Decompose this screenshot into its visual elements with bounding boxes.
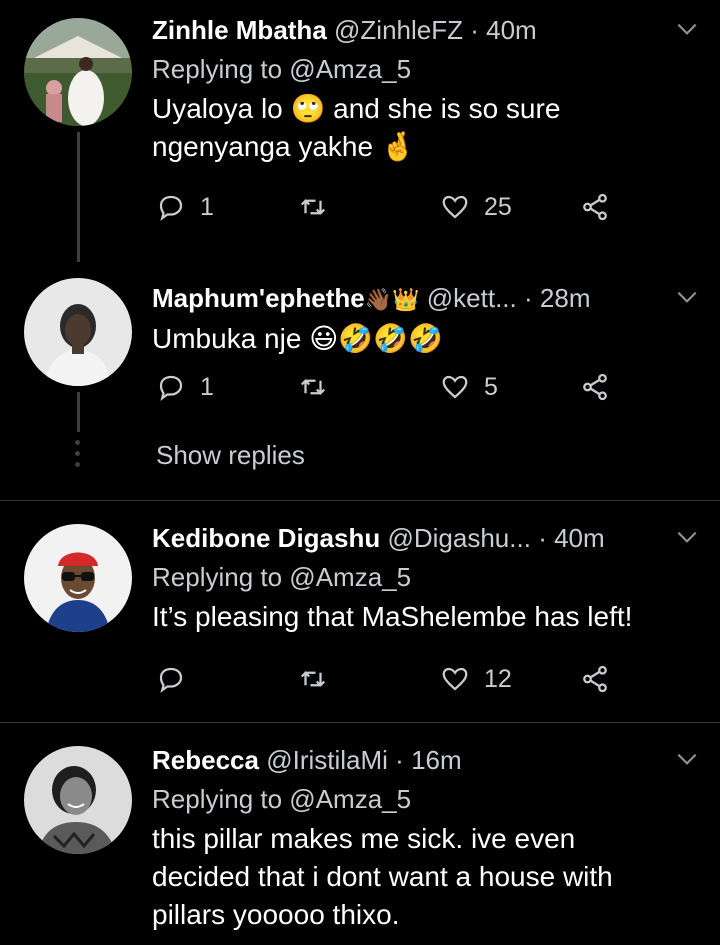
reply-icon: [159, 667, 183, 694]
separator-dot: ·: [470, 15, 479, 45]
thread-line: [77, 392, 80, 432]
share-button[interactable]: [580, 192, 610, 222]
tweet-text-line: pillars yooooo thixo.: [152, 899, 400, 930]
like-button[interactable]: 12: [440, 664, 512, 694]
retweet-icon: [300, 671, 326, 687]
tweet-header: Zinhle Mbatha @ZinhleFZ · 40m: [152, 14, 700, 46]
like-icon: [442, 667, 468, 691]
timestamp[interactable]: 28m: [540, 283, 591, 313]
reply-icon: [159, 195, 183, 222]
show-replies-link[interactable]: Show replies: [156, 440, 305, 471]
tweet-actions: 1 25: [152, 192, 622, 232]
like-count: 12: [484, 664, 512, 693]
share-icon: [583, 373, 607, 401]
user-handle[interactable]: @kett...: [427, 283, 517, 313]
user-handle[interactable]: @ZinhleFZ: [334, 15, 463, 45]
avatar[interactable]: [24, 524, 132, 632]
like-button[interactable]: 25: [440, 192, 512, 222]
chevron-down-icon[interactable]: [674, 746, 700, 772]
tweet-text-line: Umbuka nje 😃🤣🤣🤣: [152, 323, 443, 354]
share-icon: [583, 665, 607, 693]
like-count: 5: [484, 372, 498, 401]
tweet-text-line: decided that i dont want a house with: [152, 861, 613, 892]
divider: [0, 500, 720, 501]
tweet-header: Rebecca @IristilaMi · 16m: [152, 744, 700, 776]
replying-to[interactable]: Replying to @Amza_5: [152, 560, 700, 594]
name-emoji-badges: 👋🏾👑: [364, 287, 420, 312]
tweet-text-line: this pillar makes me sick. ive even: [152, 823, 576, 854]
separator-dot: ·: [395, 745, 404, 775]
display-name[interactable]: Maphum'ephethe: [152, 283, 365, 313]
like-icon: [442, 195, 468, 219]
avatar[interactable]: [24, 278, 132, 386]
reply-count: 1: [200, 372, 214, 401]
tweet-actions: 1 5: [152, 372, 622, 412]
chevron-down-icon[interactable]: [674, 284, 700, 310]
timestamp[interactable]: 16m: [411, 745, 462, 775]
display-name[interactable]: Rebecca: [152, 745, 259, 775]
retweet-button[interactable]: [298, 372, 342, 402]
retweet-icon: [300, 199, 326, 215]
like-button[interactable]: 5: [440, 372, 498, 402]
timestamp[interactable]: 40m: [554, 523, 605, 553]
separator-dot: ·: [524, 283, 533, 313]
reply-count: 1: [200, 192, 214, 221]
retweet-button[interactable]: [298, 192, 342, 222]
display-name[interactable]: Kedibone Digashu: [152, 523, 380, 553]
share-button[interactable]: [580, 664, 610, 694]
thread-more-dots: [72, 440, 80, 473]
display-name[interactable]: Zinhle Mbatha: [152, 15, 327, 45]
tweet-text-line: It’s pleasing that MaShelembe has left!: [152, 601, 633, 632]
reply-icon: [159, 375, 183, 402]
avatar[interactable]: [24, 18, 132, 126]
reply-button[interactable]: 1: [156, 372, 214, 402]
tweet-text-line: Uyaloya lo 🙄 and she is so sure: [152, 93, 561, 124]
tweet-actions: 12: [152, 664, 622, 704]
user-handle[interactable]: @IristilaMi: [266, 745, 388, 775]
reply-button[interactable]: 1: [156, 192, 214, 222]
user-handle[interactable]: @Digashu...: [387, 523, 530, 553]
tweet-header: Kedibone Digashu @Digashu... · 40m: [152, 522, 700, 554]
divider: [0, 722, 720, 723]
retweet-button[interactable]: [298, 664, 342, 694]
reply-button[interactable]: [156, 664, 200, 694]
replying-to[interactable]: Replying to @Amza_5: [152, 782, 700, 816]
like-count: 25: [484, 192, 512, 221]
tweet-header: Maphum'ephethe👋🏾👑 @kett... · 28m: [152, 282, 700, 316]
separator-dot: ·: [538, 523, 547, 553]
share-icon: [583, 193, 607, 221]
thread-line: [77, 132, 80, 262]
replying-to[interactable]: Replying to @Amza_5: [152, 52, 700, 86]
avatar[interactable]: [24, 746, 132, 854]
share-button[interactable]: [580, 372, 610, 402]
timestamp[interactable]: 40m: [486, 15, 537, 45]
tweet-text-line: ngenyanga yakhe 🤞: [152, 131, 416, 162]
like-icon: [442, 375, 468, 399]
chevron-down-icon[interactable]: [674, 524, 700, 550]
chevron-down-icon[interactable]: [674, 16, 700, 42]
retweet-icon: [300, 379, 326, 395]
